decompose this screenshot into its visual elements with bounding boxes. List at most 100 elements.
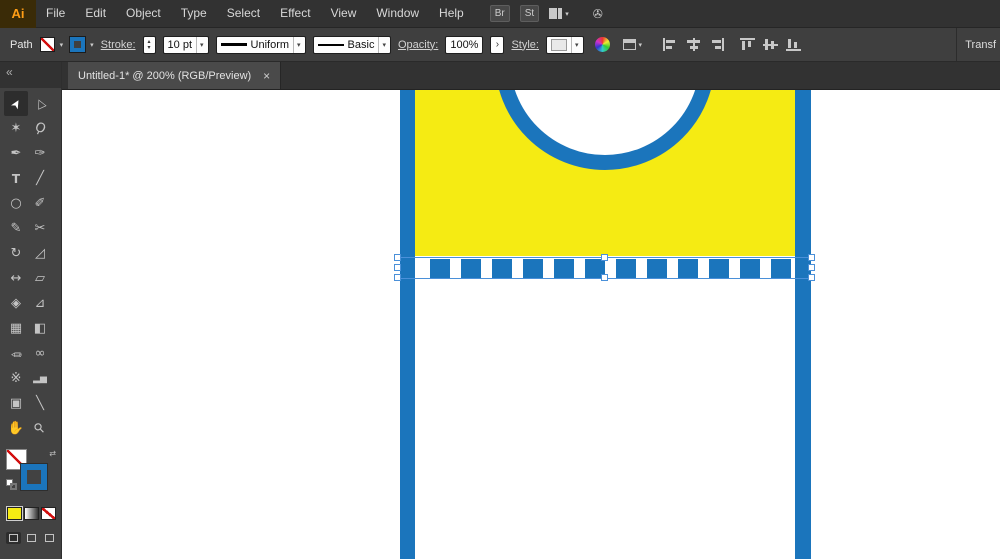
- selected-square[interactable]: [709, 259, 729, 278]
- none-mode-button[interactable]: [41, 507, 56, 520]
- artwork-right-strap[interactable]: [795, 90, 811, 559]
- menu-type[interactable]: Type: [171, 0, 217, 27]
- horizontal-align-left-icon[interactable]: [663, 38, 678, 51]
- draw-normal-button[interactable]: [6, 532, 21, 544]
- selected-square[interactable]: [647, 259, 667, 278]
- selection-handle[interactable]: [808, 264, 815, 271]
- line-segment-tool[interactable]: ╱: [28, 166, 52, 191]
- scale-tool[interactable]: ◿: [28, 241, 52, 266]
- ellipse-tool[interactable]: ○: [4, 191, 28, 216]
- free-transform-tool[interactable]: ▱: [28, 266, 52, 291]
- slice-tool[interactable]: ╲: [28, 391, 52, 416]
- stroke-swatch[interactable]: [21, 464, 47, 490]
- selected-square[interactable]: [554, 259, 574, 278]
- hand-tool[interactable]: ✋: [4, 416, 28, 441]
- symbol-sprayer-tool[interactable]: ※: [4, 366, 28, 391]
- selected-square[interactable]: [678, 259, 698, 278]
- select-similar-icon[interactable]: ▾: [623, 39, 643, 50]
- document-tab[interactable]: Untitled-1* @ 200% (RGB/Preview) ×: [68, 62, 281, 89]
- selected-square[interactable]: [461, 259, 481, 278]
- selected-square[interactable]: [740, 259, 760, 278]
- selection-tool[interactable]: ➤: [4, 91, 28, 116]
- horizontal-align-right-icon[interactable]: [709, 38, 724, 51]
- style-select[interactable]: ▾: [546, 36, 584, 54]
- collapse-panel-button[interactable]: «: [0, 62, 61, 88]
- selection-handle[interactable]: [601, 274, 608, 281]
- draw-inside-button[interactable]: [42, 532, 57, 544]
- opacity-input[interactable]: 100%: [445, 36, 483, 54]
- selected-square[interactable]: [430, 259, 450, 278]
- shape-builder-tool[interactable]: ◈: [4, 291, 28, 316]
- opacity-arrow-button[interactable]: ›: [490, 36, 504, 54]
- column-graph-tool[interactable]: ▂▅: [28, 366, 52, 391]
- selection-handle[interactable]: [394, 274, 401, 281]
- selection-handle[interactable]: [808, 274, 815, 281]
- magic-wand-tool[interactable]: ✶: [4, 116, 28, 141]
- mesh-tool[interactable]: ▦: [4, 316, 28, 341]
- menu-object[interactable]: Object: [116, 0, 171, 27]
- paintbrush-tool[interactable]: ✐: [28, 191, 52, 216]
- brush-definition-select[interactable]: Basic▾: [313, 36, 391, 54]
- tab-close-icon[interactable]: ×: [263, 69, 270, 83]
- pencil-tool[interactable]: ✎: [4, 216, 28, 241]
- selected-square[interactable]: [492, 259, 512, 278]
- menu-select[interactable]: Select: [217, 0, 270, 27]
- zoom-tool[interactable]: ⚲: [28, 416, 52, 441]
- rotate-tool[interactable]: ↻: [4, 241, 28, 266]
- color-mode-button[interactable]: [7, 507, 22, 520]
- curvature-tool[interactable]: ✑: [28, 141, 52, 166]
- opacity-panel-link[interactable]: Opacity:: [398, 39, 438, 51]
- stroke-color-control[interactable]: ▾: [70, 37, 94, 52]
- arrange-documents-icon[interactable]: ▾: [549, 8, 569, 19]
- selection-handle[interactable]: [601, 254, 608, 261]
- default-fill-stroke-icon[interactable]: [6, 479, 18, 491]
- selected-square[interactable]: [523, 259, 543, 278]
- blend-tool[interactable]: ∞: [28, 341, 52, 366]
- direct-selection-tool[interactable]: ▷: [28, 91, 52, 116]
- menu-edit[interactable]: Edit: [75, 0, 116, 27]
- chevron-down-icon: ▾: [60, 41, 64, 49]
- gradient-mode-button[interactable]: [24, 507, 39, 520]
- scissors-tool[interactable]: ✂: [28, 216, 52, 241]
- menu-file[interactable]: File: [36, 0, 75, 27]
- stock-button[interactable]: St: [520, 5, 539, 22]
- selected-square[interactable]: [616, 259, 636, 278]
- magic-wand-tool-icon: ✶: [11, 121, 22, 136]
- recolor-artwork-icon[interactable]: [595, 37, 610, 52]
- selection-handle[interactable]: [394, 254, 401, 261]
- chevron-down-icon: ▾: [639, 41, 643, 49]
- vertical-align-middle-icon[interactable]: [763, 38, 778, 51]
- perspective-grid-tool[interactable]: ⊿: [28, 291, 52, 316]
- artwork-left-strap[interactable]: [400, 90, 415, 559]
- vertical-align-bottom-icon[interactable]: [786, 38, 801, 51]
- stroke-panel-link[interactable]: Stroke:: [101, 39, 136, 51]
- bridge-button[interactable]: Br: [490, 5, 510, 22]
- type-tool[interactable]: T: [4, 166, 28, 191]
- width-tool[interactable]: ↔: [4, 266, 28, 291]
- stroke-weight-select[interactable]: 10 pt▾: [163, 36, 209, 54]
- transform-panel-link[interactable]: Transf: [956, 28, 1000, 61]
- gradient-tool[interactable]: ◧: [28, 316, 52, 341]
- selected-square[interactable]: [771, 259, 791, 278]
- style-panel-link[interactable]: Style:: [511, 39, 539, 51]
- width-profile-select[interactable]: Uniform▾: [216, 36, 306, 54]
- canvas[interactable]: [62, 90, 1000, 559]
- eyedropper-tool[interactable]: ✏: [4, 341, 28, 366]
- fill-color-control[interactable]: ▾: [40, 37, 64, 52]
- draw-behind-button[interactable]: [24, 532, 39, 544]
- menu-help[interactable]: Help: [429, 0, 474, 27]
- selection-handle[interactable]: [394, 264, 401, 271]
- artboard-tool[interactable]: ▣: [4, 391, 28, 416]
- pen-tool[interactable]: ✒: [4, 141, 28, 166]
- selection-handle[interactable]: [808, 254, 815, 261]
- share-icon[interactable]: ✇: [593, 7, 603, 21]
- menu-window[interactable]: Window: [366, 0, 429, 27]
- menu-view[interactable]: View: [321, 0, 367, 27]
- lasso-tool[interactable]: Ϙ: [28, 116, 52, 141]
- stroke-weight-stepper[interactable]: ▴▾: [143, 36, 156, 54]
- horizontal-align-center-icon[interactable]: [686, 38, 701, 51]
- menu-effect[interactable]: Effect: [270, 0, 320, 27]
- swap-fill-stroke-icon[interactable]: ⇄: [49, 449, 56, 458]
- control-bar: Path ▾ ▾ Stroke: ▴▾ 10 pt▾ Uniform▾ Basi…: [0, 28, 1000, 62]
- vertical-align-top-icon[interactable]: [740, 38, 755, 51]
